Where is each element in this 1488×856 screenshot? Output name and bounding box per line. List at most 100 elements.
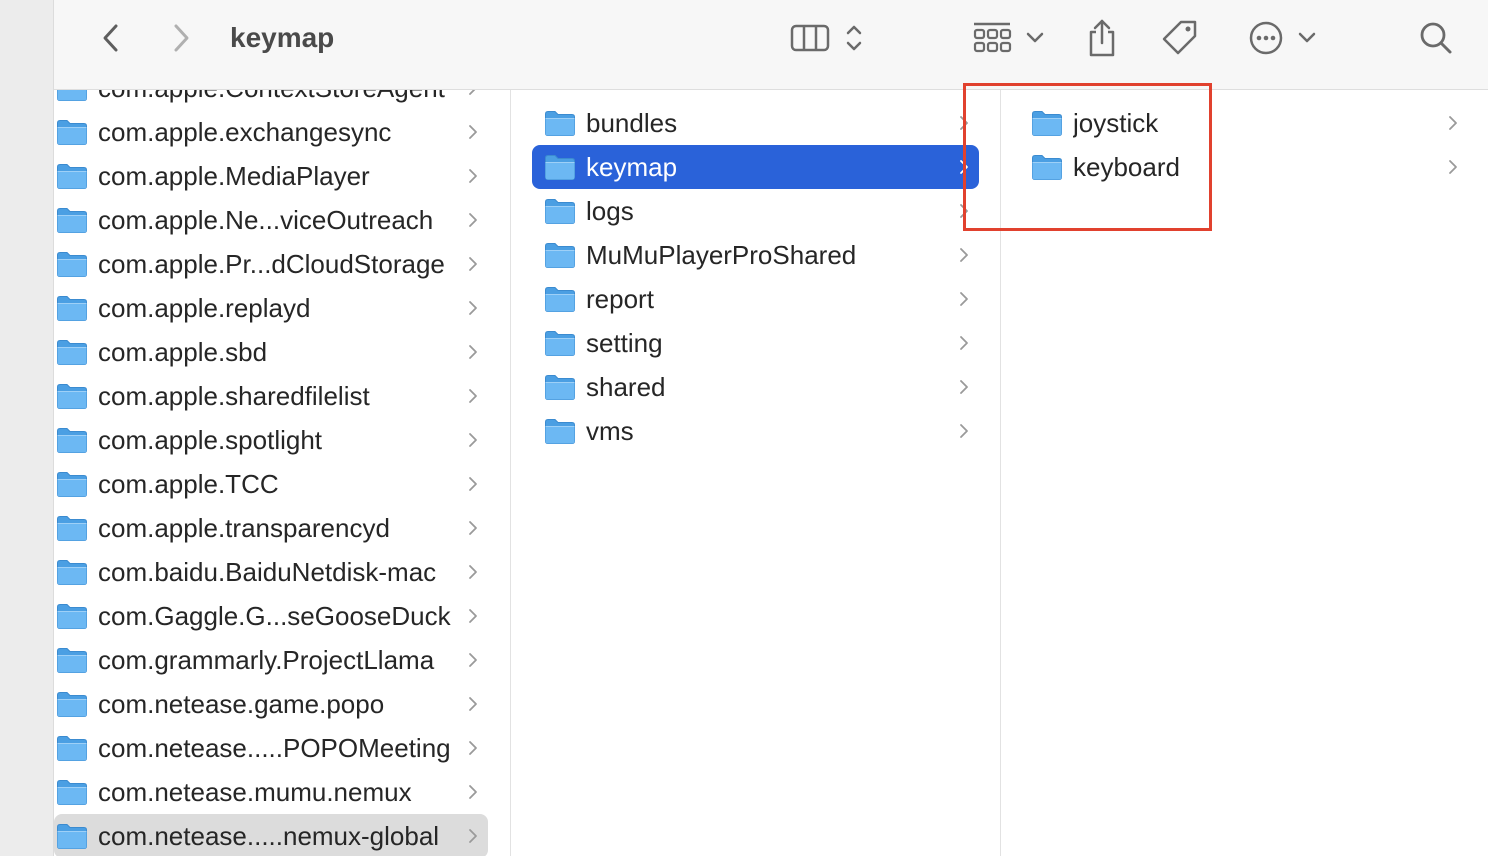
column2-row-3[interactable]: MuMuPlayerProShared — [532, 233, 979, 277]
chevron-right-icon — [469, 90, 476, 95]
folder-icon — [545, 243, 575, 268]
search-icon[interactable] — [1416, 18, 1456, 58]
share-icon[interactable] — [1082, 18, 1122, 58]
folder-icon — [545, 199, 575, 224]
folder-name: setting — [586, 327, 663, 358]
folder-icon — [545, 331, 575, 356]
column2-row-1[interactable]: keymap — [532, 145, 979, 189]
chevron-right-icon — [469, 521, 477, 535]
column1-row-13[interactable]: com.grammarly.ProjectLlama — [54, 638, 488, 682]
folder-name: com.apple.sbd — [98, 336, 268, 367]
chevron-right-icon — [960, 248, 968, 262]
folder-name: com.netease.....POPOMeeting — [98, 732, 451, 763]
chevron-right-icon — [960, 380, 968, 394]
folder-name: com.baidu.BaiduNetdisk-mac — [98, 556, 437, 587]
forward-chevron-icon[interactable] — [166, 18, 198, 58]
chevron-down-icon[interactable] — [1022, 18, 1048, 58]
more-options-icon[interactable] — [1246, 18, 1286, 58]
folder-name: bundles — [586, 107, 678, 138]
folder-icon — [57, 780, 87, 805]
folder-icon — [545, 287, 575, 312]
folder-name: com.apple.spotlight — [98, 424, 323, 455]
chevron-right-icon — [960, 160, 968, 174]
column-3[interactable]: joystick keyboard — [1001, 90, 1488, 856]
back-chevron-icon[interactable] — [94, 18, 126, 58]
column1-row-7[interactable]: com.apple.sharedfilelist — [54, 374, 488, 418]
window-title: keymap — [230, 22, 335, 53]
folder-icon — [57, 736, 87, 761]
chevron-right-icon — [469, 169, 477, 183]
folder-icon — [545, 375, 575, 400]
folder-name: com.grammarly.ProjectLlama — [98, 644, 435, 675]
chevron-right-icon — [469, 653, 477, 667]
chevron-right-icon — [960, 116, 968, 130]
folder-icon — [545, 111, 575, 136]
folder-name: report — [586, 283, 654, 314]
chevron-right-icon — [1449, 116, 1457, 130]
folder-icon — [57, 340, 87, 365]
column-1-list: com.apple.ContextStoreAgent com.apple.ex… — [54, 90, 510, 856]
chevron-right-icon — [1449, 160, 1457, 174]
folder-icon — [57, 692, 87, 717]
column2-row-6[interactable]: shared — [532, 365, 979, 409]
folder-icon — [57, 252, 87, 277]
column1-row-8[interactable]: com.apple.spotlight — [54, 418, 488, 462]
column2-row-5[interactable]: setting — [532, 321, 979, 365]
tag-icon[interactable] — [1160, 18, 1200, 58]
column-3-list: joystick keyboard — [1001, 101, 1488, 189]
folder-name: com.apple.Pr...dCloudStorage — [98, 248, 445, 279]
folder-icon — [57, 90, 87, 101]
column-2-list: bundles keymap logs MuMuPlayerProShared … — [511, 101, 1000, 453]
chevron-right-icon — [469, 785, 477, 799]
chevron-right-icon — [469, 433, 477, 447]
column1-row-4[interactable]: com.apple.Pr...dCloudStorage — [54, 242, 488, 286]
column1-row-2[interactable]: com.apple.MediaPlayer — [54, 154, 488, 198]
chevron-right-icon — [469, 301, 477, 315]
column1-row-5[interactable]: com.apple.replayd — [54, 286, 488, 330]
chevron-right-icon — [469, 829, 477, 843]
column-1[interactable]: com.apple.ContextStoreAgent com.apple.ex… — [54, 90, 511, 856]
column2-row-0[interactable]: bundles — [532, 101, 979, 145]
column1-row-17[interactable]: com.netease.....nemux-global — [54, 814, 488, 856]
grid-group-icon[interactable] — [970, 18, 1014, 58]
column3-row-0[interactable]: joystick — [1001, 101, 1476, 145]
folder-name: com.netease.....nemux-global — [98, 820, 440, 851]
column1-row-15[interactable]: com.netease.....POPOMeeting — [54, 726, 488, 770]
folder-name: com.Gaggle.G...seGooseDuck — [98, 600, 451, 631]
sidebar-edge — [0, 0, 54, 856]
column1-row-1[interactable]: com.apple.exchangesync — [54, 110, 488, 154]
column1-row-3[interactable]: com.apple.Ne...viceOutreach — [54, 198, 488, 242]
finder-window: keymap com.apple.exchangesync com.apple.… — [54, 0, 1488, 856]
folder-name: vms — [586, 415, 634, 446]
column-2[interactable]: bundles keymap logs MuMuPlayerProShared … — [511, 90, 1001, 856]
chevron-right-icon — [469, 741, 477, 755]
column1-row-11[interactable]: com.baidu.BaiduNetdisk-mac — [54, 550, 488, 594]
column1-row-0[interactable]: com.apple.ContextStoreAgent — [54, 90, 488, 110]
folder-icon — [1032, 111, 1062, 136]
folder-name: com.apple.exchangesync — [98, 116, 392, 147]
folder-name: com.apple.Ne...viceOutreach — [98, 204, 434, 235]
column1-row-16[interactable]: com.netease.mumu.nemux — [54, 770, 488, 814]
column1-row-9[interactable]: com.apple.TCC — [54, 462, 488, 506]
column1-row-6[interactable]: com.apple.sbd — [54, 330, 488, 374]
column2-row-7[interactable]: vms — [532, 409, 979, 453]
column1-row-12[interactable]: com.Gaggle.G...seGooseDuck — [54, 594, 488, 638]
more-chevron-down-icon[interactable] — [1294, 18, 1320, 58]
column2-row-2[interactable]: logs — [532, 189, 979, 233]
toolbar: keymap — [54, 0, 1488, 90]
column3-row-1[interactable]: keyboard — [1001, 145, 1476, 189]
sort-updown-icon[interactable] — [840, 18, 868, 58]
column1-row-10[interactable]: com.apple.transparencyd — [54, 506, 488, 550]
chevron-right-icon — [469, 565, 477, 579]
chevron-right-icon — [469, 697, 477, 711]
column1-row-14[interactable]: com.netease.game.popo — [54, 682, 488, 726]
chevron-right-icon — [469, 345, 477, 359]
column-view-icon[interactable] — [788, 18, 832, 58]
column2-row-4[interactable]: report — [532, 277, 979, 321]
folder-name: com.apple.TCC — [98, 468, 279, 499]
folder-name: com.apple.transparencyd — [98, 512, 390, 543]
folder-icon — [57, 472, 87, 497]
folder-icon — [57, 824, 87, 849]
chevron-right-icon — [960, 424, 968, 438]
folder-name: com.netease.mumu.nemux — [98, 776, 412, 807]
